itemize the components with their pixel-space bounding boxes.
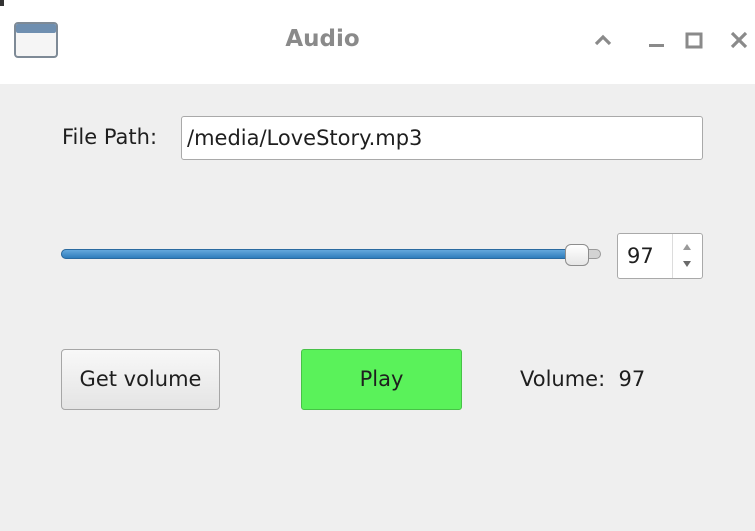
window-title: Audio [285, 26, 360, 52]
close-icon[interactable] [725, 26, 753, 54]
volume-readout: Volume: 97 [520, 367, 645, 391]
volume-spinbox[interactable]: 97 [617, 233, 703, 279]
title-bar: Audio [0, 0, 755, 84]
volume-readout-label: Volume: [520, 367, 606, 391]
spin-up-icon[interactable] [676, 237, 698, 255]
corner-mark [0, 0, 4, 6]
slider-handle[interactable] [565, 244, 589, 266]
audio-window: Audio File Path: /media/LoveStory.mp3 97… [0, 0, 755, 531]
volume-slider[interactable] [61, 244, 604, 268]
volume-readout-value: 97 [618, 367, 646, 391]
spinbox-value[interactable]: 97 [627, 244, 654, 268]
slider-fill [61, 249, 577, 259]
spin-down-icon[interactable] [676, 256, 698, 274]
play-button[interactable]: Play [301, 349, 462, 410]
get-volume-button[interactable]: Get volume [61, 349, 220, 410]
file-path-label: File Path: [62, 125, 158, 149]
minimize-icon[interactable] [643, 26, 671, 54]
chevron-up-icon[interactable] [589, 26, 617, 54]
file-path-input[interactable] [181, 116, 703, 160]
maximize-icon[interactable] [680, 26, 708, 54]
spinbox-divider [672, 234, 673, 278]
